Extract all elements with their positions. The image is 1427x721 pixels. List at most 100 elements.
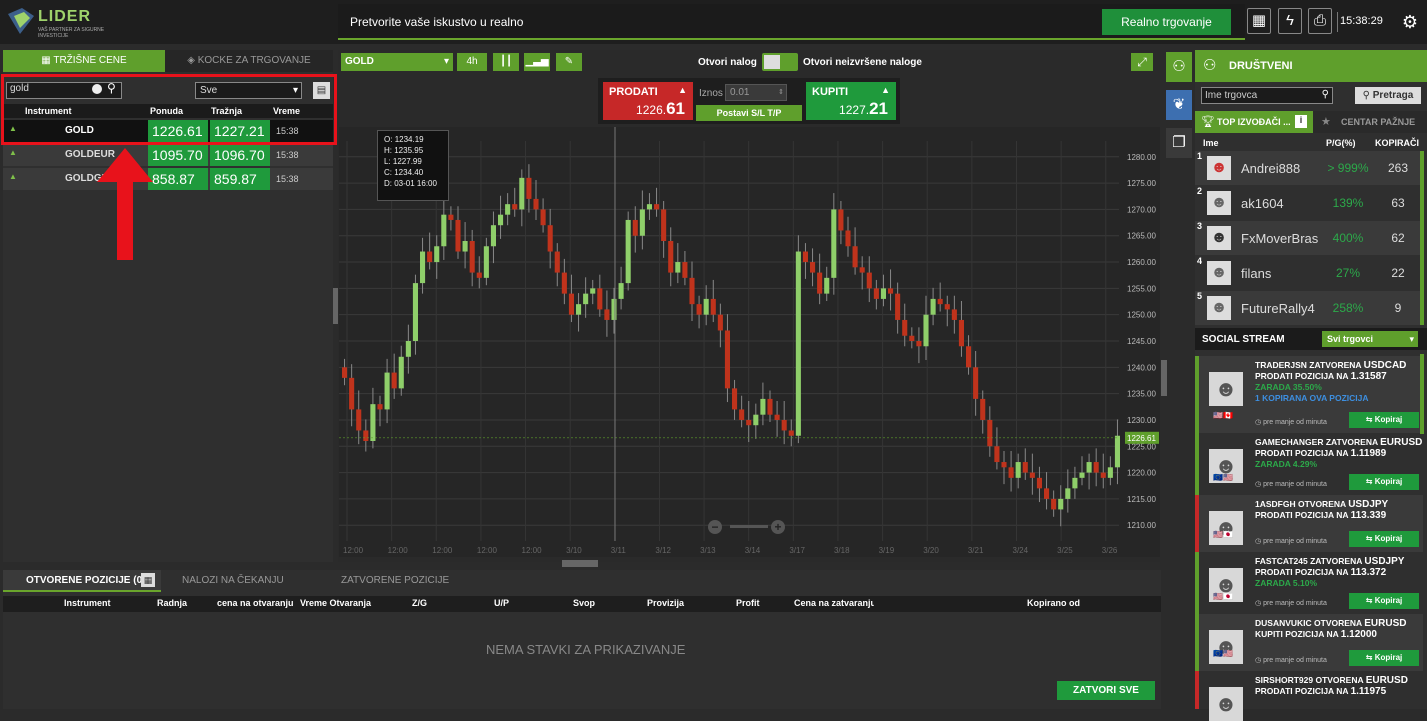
candle-body — [384, 372, 390, 410]
indicators-icon[interactable]: ▁▃▅ — [524, 53, 550, 71]
col-open-price[interactable]: cena na otvaranju — [217, 598, 295, 608]
trader-copiers: 263 — [1387, 161, 1409, 175]
trader-search-button[interactable]: ⚲ Pretraga — [1355, 87, 1421, 104]
copy-tab-icon[interactable]: ❐ — [1166, 128, 1192, 158]
tab-pending-orders[interactable]: NALOZI NA ČEKANJU — [182, 575, 284, 586]
stream-filter-select[interactable]: Svi trgovci ▾ — [1322, 331, 1418, 347]
candle-body — [817, 272, 823, 294]
amount-input[interactable]: 0.01 ⇕ — [725, 84, 787, 101]
trader-row-3[interactable]: 3 ☻ FxMoverBras 400% 62 — [1195, 221, 1423, 255]
stream-time-label: pre manje od minuta — [1263, 657, 1327, 664]
x-tick-label: 3/19 — [879, 546, 895, 555]
trader-search-input[interactable]: Ime trgovca ⚲ — [1201, 87, 1333, 104]
zoom-slider[interactable] — [730, 525, 768, 528]
avatar[interactable]: ☻ — [1207, 191, 1231, 215]
col-copiers[interactable]: KOPIRAČI — [1375, 138, 1419, 148]
traders-scrollbar[interactable] — [1420, 151, 1424, 325]
tab-open-positions-label: OTVORENE POZICIJE (0) — [26, 575, 146, 586]
fullscreen-icon[interactable]: ⤢ — [1131, 53, 1153, 71]
avatar[interactable]: ☻ — [1207, 226, 1231, 250]
trader-row-4[interactable]: 4 ☻ filans 27% 22 — [1195, 256, 1423, 290]
stream-item[interactable]: ☻ GAMECHANGER ZATVORENA EURUSD PRODATI POZ… — [1195, 433, 1423, 495]
stream-scrollbar[interactable] — [1420, 354, 1424, 434]
copy-trade-button[interactable]: ⇆ Kopiraj — [1349, 650, 1419, 666]
col-pl-pct[interactable]: P/G(%) — [1326, 138, 1356, 148]
bid-price[interactable]: 858.87 — [148, 168, 208, 190]
set-sltp-button[interactable]: Postavi S/L T/P — [696, 105, 802, 121]
col-name[interactable]: Ime — [1203, 138, 1219, 148]
tab-market-prices[interactable]: ▦ TRŽIŠNE CENE — [3, 50, 165, 72]
tab-open-positions[interactable]: OTVORENE POZICIJE (0) ▦ — [3, 570, 161, 592]
candle-body — [923, 314, 929, 347]
stream-item[interactable]: ☻ 1ASDFGH OTVORENA USDJPY PRODATI POZICIJA… — [1195, 495, 1423, 552]
copy-trade-button[interactable]: ⇆ Kopiraj — [1349, 593, 1419, 609]
col-instrument[interactable]: Instrument — [64, 598, 111, 608]
avatar[interactable]: ☻ — [1209, 630, 1243, 664]
col-sltp[interactable]: U/P — [494, 598, 509, 608]
bid-price[interactable]: 1095.70 — [148, 144, 208, 166]
real-trading-button[interactable]: Realno trgovanje — [1102, 9, 1231, 35]
stepper-icon[interactable]: ⇕ — [778, 85, 784, 100]
ask-price[interactable]: 859.87 — [210, 168, 270, 190]
avatar[interactable]: ☻ — [1209, 687, 1243, 721]
settings-gear-icon[interactable]: ⚙ — [1398, 10, 1422, 34]
ask-price[interactable]: 1096.70 — [210, 144, 270, 166]
close-label: C: — [384, 168, 392, 177]
col-close-price[interactable]: Cena na zatvaranju — [794, 598, 874, 608]
document-settings-icon[interactable]: ⎙ — [1308, 8, 1332, 34]
info-icon[interactable]: i — [1295, 115, 1307, 128]
timeframe-button[interactable]: 4h — [457, 53, 487, 71]
stream-item[interactable]: ☻ SIRSHORT929 OTVORENA EURUSD PRODATI POZI… — [1195, 671, 1423, 721]
candles-icon[interactable]: ┃┃ — [493, 53, 519, 71]
flash-icon[interactable]: ϟ — [1278, 8, 1302, 34]
close-all-button[interactable]: ZATVORI SVE — [1057, 681, 1155, 700]
avatar[interactable]: ☻ — [1209, 511, 1243, 545]
col-open-time[interactable]: Vreme Otvaranja — [300, 598, 371, 608]
bottom-collapse-handle[interactable] — [562, 560, 598, 567]
draw-tool-icon[interactable]: ✎ — [556, 53, 582, 71]
col-commission[interactable]: Provizija — [647, 598, 684, 608]
stream-item[interactable]: ☻ DUSANVUKIC OTVORENA EURUSD KUPITI POZICI… — [1195, 614, 1423, 671]
buy-button[interactable]: KUPITI ▲ 1227.21 — [806, 82, 896, 120]
stream-item[interactable]: ☻ TRADERJSN ZATVORENA USDCAD PRODATI POZIC… — [1195, 356, 1423, 433]
avatar[interactable]: ☻ — [1207, 261, 1231, 285]
calendar-icon[interactable]: ▦ — [1247, 8, 1271, 34]
col-action[interactable]: Radnja — [157, 598, 187, 608]
col-profit[interactable]: Profit — [736, 598, 760, 608]
trader-rank: 4 — [1197, 256, 1203, 266]
zoom-out-icon[interactable]: − — [708, 520, 722, 534]
col-copied-from[interactable]: Kopirano od — [1027, 598, 1080, 608]
avatar[interactable]: ☻ — [1207, 156, 1231, 180]
instrument-row-goldeur[interactable]: ▲ GOLDEUR 1095.70 1096.70 15:38 — [3, 144, 333, 166]
stream-item[interactable]: ☻ FASTCAT245 ZATVORENA USDJPY PRODATI POZI… — [1195, 552, 1423, 614]
copy-trade-button[interactable]: ⇆ Kopiraj — [1349, 412, 1419, 428]
instrument-row-goldgbp[interactable]: ▲ GOLDGBP 858.87 859.87 15:38 — [3, 168, 333, 190]
stream-position: PRODATI POZICIJA NA — [1255, 510, 1351, 520]
trader-row-5[interactable]: 5 ☻ FutureRally4 258% 9 — [1195, 291, 1423, 325]
sell-button[interactable]: PRODATI ▲ 1226.61 — [603, 82, 693, 120]
candlestick-chart[interactable]: 1280.00 1275.00 1270.00 1265.00 1260.00 1255.… — [339, 127, 1160, 557]
stream-position: KUPITI POZICIJA NA — [1255, 629, 1341, 639]
wings-tab-icon[interactable]: ❦ — [1166, 90, 1192, 120]
left-collapse-handle[interactable] — [333, 288, 338, 324]
right-collapse-handle[interactable] — [1161, 360, 1167, 396]
col-pl[interactable]: Z/G — [412, 598, 427, 608]
order-mode-toggle[interactable] — [762, 53, 798, 71]
trader-row-1[interactable]: 1 ☻ Andrei888 > 999% 263 — [1195, 151, 1423, 185]
tab-closed-positions[interactable]: ZATVORENE POZICIJE — [341, 575, 449, 586]
col-swap[interactable]: Svop — [573, 598, 595, 608]
tab-spotlight[interactable]: ★ CENTAR PAŽNJE — [1313, 111, 1427, 133]
price-chart[interactable]: 1280.00 1275.00 1270.00 1265.00 1260.00 1255.… — [339, 127, 1160, 557]
tab-top-performers[interactable]: 🏆︎ TOP IZVOĐAČI ... i — [1195, 111, 1313, 133]
table-icon[interactable]: ▦ — [141, 573, 155, 587]
avatar[interactable]: ☻ — [1209, 372, 1243, 406]
copy-trade-button[interactable]: ⇆ Kopiraj — [1349, 531, 1419, 547]
trader-row-2[interactable]: 2 ☻ ak1604 139% 63 — [1195, 186, 1423, 220]
copy-trade-button[interactable]: ⇆ Kopiraj — [1349, 474, 1419, 490]
avatar[interactable]: ☻ — [1207, 296, 1231, 320]
symbol-select[interactable]: GOLD ▾ — [341, 53, 453, 71]
tab-trading-cubes[interactable]: ◈ KOCKE ZA TRGOVANJE — [165, 50, 333, 72]
zoom-in-icon[interactable]: + — [771, 520, 785, 534]
copy-label: Kopiraj — [1374, 477, 1403, 486]
social-tab-icon[interactable]: ⚇ — [1166, 52, 1192, 82]
